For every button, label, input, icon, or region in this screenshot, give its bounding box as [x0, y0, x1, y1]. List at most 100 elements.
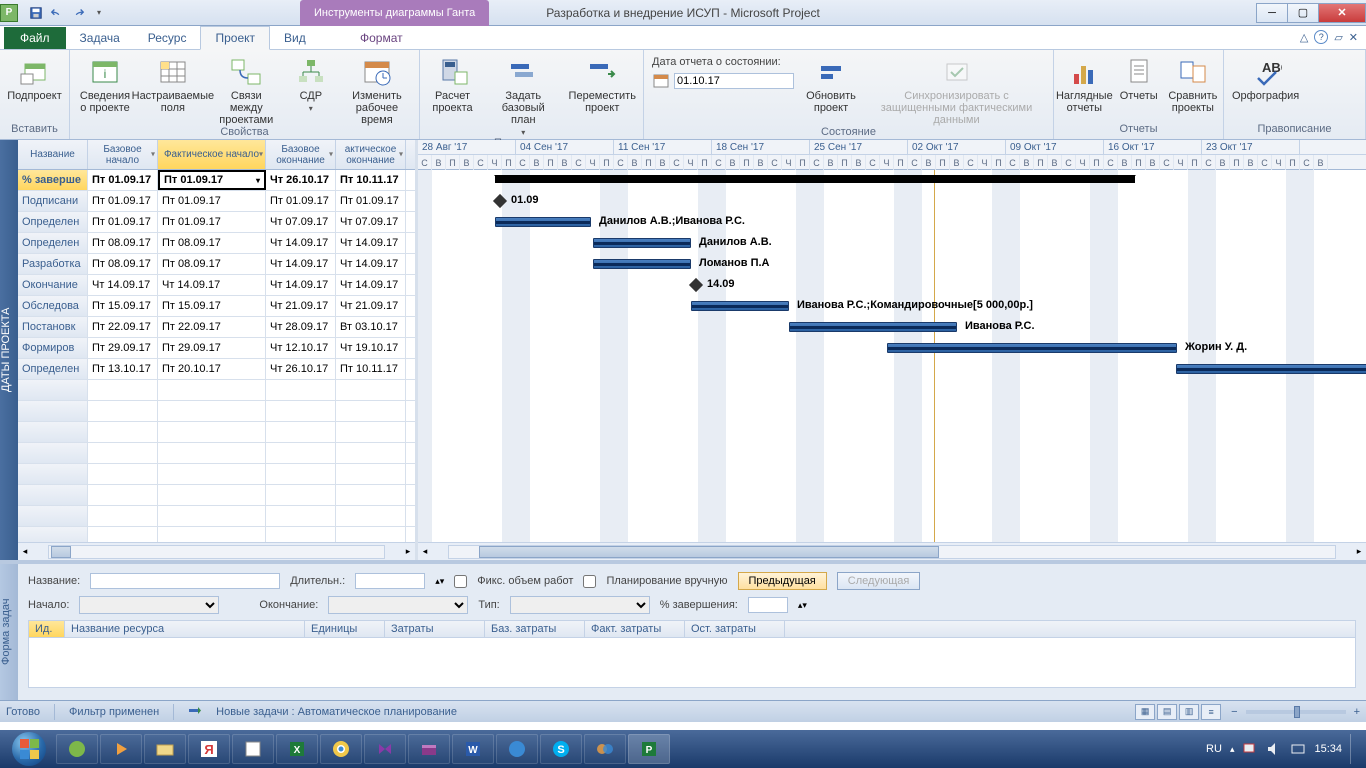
- table-row-empty[interactable]: [18, 401, 415, 422]
- tray-flag-icon[interactable]: [1242, 741, 1258, 757]
- worktime-button[interactable]: Изменить рабочее время: [343, 56, 411, 126]
- compare-button[interactable]: Сравнить проекты: [1171, 56, 1215, 114]
- fcol-remcost[interactable]: Ост. затраты: [685, 621, 785, 637]
- table-row[interactable]: ПостановкПт 22.09.17Пт 22.09.17Чт 28.09.…: [18, 317, 415, 338]
- subproject-button[interactable]: Подпроект: [8, 56, 61, 102]
- form-name-input[interactable]: [90, 573, 280, 589]
- tab-format[interactable]: Формат: [300, 27, 463, 49]
- view-usage-button[interactable]: ▤: [1157, 704, 1177, 720]
- project-info-button[interactable]: iСведения о проекте: [78, 56, 132, 114]
- taskbar-app-2[interactable]: [100, 734, 142, 764]
- table-row-empty[interactable]: [18, 443, 415, 464]
- calc-button[interactable]: Расчет проекта: [428, 56, 477, 114]
- help-icon[interactable]: ?: [1314, 30, 1328, 44]
- tray-show-hidden[interactable]: ▴: [1230, 744, 1235, 755]
- tray-volume-icon[interactable]: [1266, 741, 1282, 757]
- grid-hscroll[interactable]: ◂ ▸: [18, 542, 415, 560]
- redo-button[interactable]: [68, 3, 88, 23]
- table-row-empty[interactable]: [18, 422, 415, 443]
- grid-body[interactable]: % завершеПт 01.09.17Пт 01.09.17▾Чт 26.10…: [18, 170, 415, 542]
- baseline-button[interactable]: Задать базовый план▾: [489, 56, 557, 137]
- form-type-select[interactable]: [510, 596, 650, 614]
- col-bs[interactable]: Базовое начало▾: [88, 140, 158, 169]
- fcol-actcost[interactable]: Факт. затраты: [585, 621, 685, 637]
- table-row[interactable]: ОкончаниеЧт 14.09.17Чт 14.09.17Чт 14.09.…: [18, 275, 415, 296]
- gantt-body[interactable]: 01.09Данилов А.В.;Иванова Р.С.Данилов А.…: [418, 170, 1366, 542]
- taskbar-excel[interactable]: X: [276, 734, 318, 764]
- show-desktop-button[interactable]: [1350, 734, 1358, 764]
- col-ff[interactable]: актическое окончание▾: [336, 140, 406, 169]
- form-table-body[interactable]: [28, 638, 1356, 688]
- table-row[interactable]: ОпределенПт 08.09.17Пт 08.09.17Чт 14.09.…: [18, 233, 415, 254]
- fcol-resname[interactable]: Название ресурса: [65, 621, 305, 637]
- move-button[interactable]: Переместить проект: [569, 56, 635, 114]
- save-button[interactable]: [26, 3, 46, 23]
- table-row[interactable]: ФормировПт 29.09.17Пт 29.09.17Чт 12.10.1…: [18, 338, 415, 359]
- table-row[interactable]: ПодписаниПт 01.09.17Пт 01.09.17Пт 01.09.…: [18, 191, 415, 212]
- table-row[interactable]: РазработкаПт 08.09.17Пт 08.09.17Чт 14.09…: [18, 254, 415, 275]
- tab-project[interactable]: Проект: [200, 26, 270, 50]
- wbs-button[interactable]: СДР▾: [291, 56, 331, 113]
- dropdown-icon[interactable]: ▾: [399, 150, 403, 159]
- taskbar-winrar[interactable]: [408, 734, 450, 764]
- spellcheck-button[interactable]: ABCОрфография: [1232, 56, 1299, 102]
- update-button[interactable]: Обновить проект: [806, 56, 856, 114]
- table-row[interactable]: ОпределенПт 01.09.17Пт 01.09.17Чт 07.09.…: [18, 212, 415, 233]
- col-fs[interactable]: Фактическое начало▾: [158, 140, 266, 169]
- manual-checkbox[interactable]: [583, 575, 596, 588]
- status-date-input[interactable]: [674, 73, 794, 89]
- taskbar-project[interactable]: P: [628, 734, 670, 764]
- col-bf[interactable]: Базовое окончание▾: [266, 140, 336, 169]
- tab-file[interactable]: Файл: [4, 27, 66, 49]
- undo-button[interactable]: [47, 3, 67, 23]
- reports-button[interactable]: Отчеты: [1119, 56, 1159, 102]
- table-row[interactable]: % завершеПт 01.09.17Пт 01.09.17▾Чт 26.10…: [18, 170, 415, 191]
- fixed-checkbox[interactable]: [454, 575, 467, 588]
- taskbar-app-13[interactable]: [584, 734, 626, 764]
- prev-button[interactable]: Предыдущая: [738, 572, 827, 590]
- table-row-empty[interactable]: [18, 485, 415, 506]
- dropdown-icon[interactable]: ▾: [329, 150, 333, 159]
- col-name[interactable]: Название: [18, 140, 88, 169]
- table-row[interactable]: ОбследоваПт 15.09.17Пт 15.09.17Чт 21.09.…: [18, 296, 415, 317]
- table-row-empty[interactable]: [18, 506, 415, 527]
- minimize-button[interactable]: ─: [1256, 3, 1288, 23]
- table-row[interactable]: ОпределенПт 13.10.17Пт 20.10.17Чт 26.10.…: [18, 359, 415, 380]
- start-button[interactable]: [4, 732, 54, 766]
- fcol-basecost[interactable]: Баз. затраты: [485, 621, 585, 637]
- tray-network-icon[interactable]: [1290, 741, 1306, 757]
- tray-clock[interactable]: 15:34: [1314, 743, 1342, 755]
- window-close-icon[interactable]: ✕: [1349, 31, 1358, 44]
- tray-lang[interactable]: RU: [1206, 743, 1222, 755]
- taskbar-chrome[interactable]: [320, 734, 362, 764]
- taskbar-skype[interactable]: S: [540, 734, 582, 764]
- zoom-slider[interactable]: [1246, 710, 1346, 714]
- view-resource-button[interactable]: ≡: [1201, 704, 1221, 720]
- view-gantt-button[interactable]: ▦: [1135, 704, 1155, 720]
- taskbar-word[interactable]: W: [452, 734, 494, 764]
- fcol-cost[interactable]: Затраты: [385, 621, 485, 637]
- form-pct-input[interactable]: [748, 597, 788, 613]
- taskbar-app-11[interactable]: [496, 734, 538, 764]
- qat-customize[interactable]: ▾: [89, 3, 109, 23]
- zoom-out-icon[interactable]: −: [1231, 706, 1237, 718]
- fcol-id[interactable]: Ид.: [29, 621, 65, 637]
- visual-reports-button[interactable]: Наглядные отчеты: [1062, 56, 1107, 114]
- tab-task[interactable]: Задача: [66, 27, 134, 49]
- table-row-empty[interactable]: [18, 464, 415, 485]
- tab-resource[interactable]: Ресурс: [134, 27, 201, 49]
- zoom-in-icon[interactable]: +: [1354, 706, 1360, 718]
- maximize-button[interactable]: ▢: [1287, 3, 1319, 23]
- window-restore-icon[interactable]: ▱: [1334, 31, 1342, 44]
- close-button[interactable]: ✕: [1318, 3, 1366, 23]
- dropdown-icon[interactable]: ▾: [259, 150, 263, 159]
- gantt-hscroll[interactable]: ◂ ▸: [418, 542, 1366, 560]
- dropdown-icon[interactable]: ▾: [151, 150, 155, 159]
- taskbar-app-1[interactable]: [56, 734, 98, 764]
- minimize-ribbon-icon[interactable]: △: [1300, 31, 1308, 44]
- table-row-empty[interactable]: [18, 380, 415, 401]
- taskbar-app-8[interactable]: [364, 734, 406, 764]
- form-start-select[interactable]: [79, 596, 219, 614]
- links-button[interactable]: Связи между проектами: [214, 56, 279, 126]
- custom-fields-button[interactable]: Настраиваемые поля: [144, 56, 202, 114]
